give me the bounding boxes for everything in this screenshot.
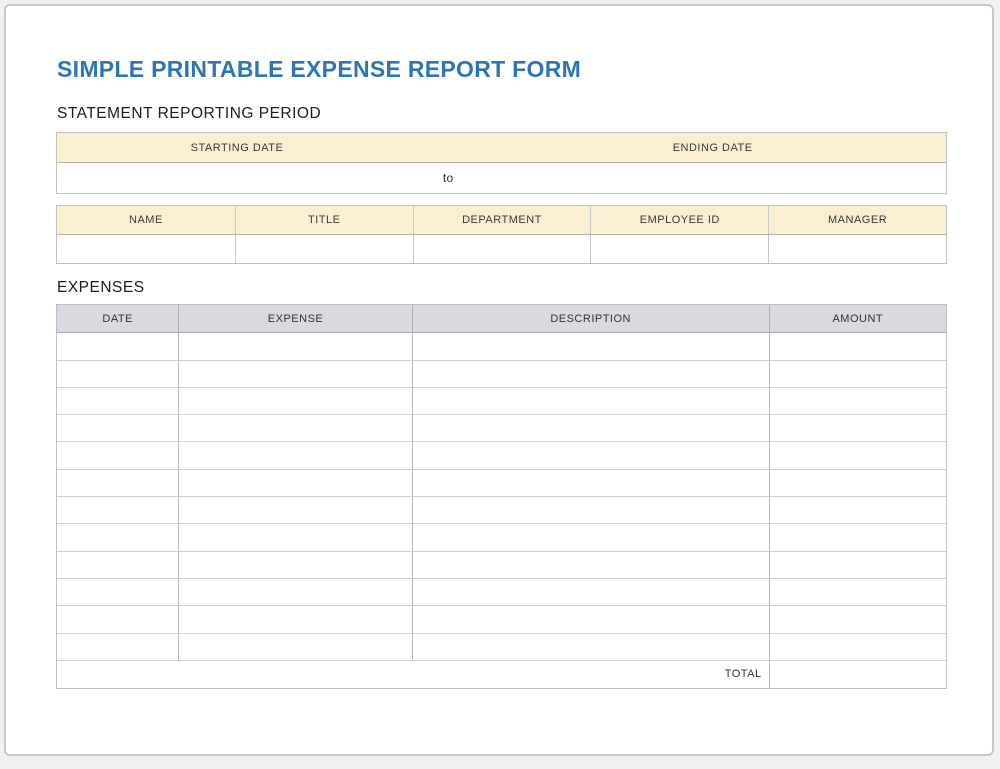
expense-row [57, 497, 946, 524]
expense-row [57, 361, 946, 388]
form-content: SIMPLE PRINTABLE EXPENSE REPORT FORM STA… [56, 6, 947, 689]
expense-amount-cell[interactable] [769, 579, 946, 605]
expense-description-cell[interactable] [412, 442, 769, 468]
expense-name-cell[interactable] [178, 333, 411, 359]
form-title: SIMPLE PRINTABLE EXPENSE REPORT FORM [57, 57, 947, 81]
ending-date-header: ENDING DATE [479, 133, 946, 162]
expense-amount-cell[interactable] [769, 634, 946, 660]
reporting-period-table: STARTING DATE ENDING DATE to [56, 132, 947, 194]
employee-value-row [57, 235, 946, 263]
period-header-spacer [417, 133, 479, 162]
employee-info-table: NAME TITLE DEPARTMENT EMPLOYEE ID MANAGE… [56, 205, 947, 264]
expenses-total-row: TOTAL [57, 661, 946, 688]
expense-description-cell[interactable] [412, 333, 769, 359]
expense-amount-cell[interactable] [769, 415, 946, 441]
expense-amount-cell[interactable] [769, 361, 946, 387]
expense-name-cell[interactable] [178, 634, 411, 660]
starting-date-field[interactable] [57, 163, 417, 193]
expense-description-cell[interactable] [412, 634, 769, 660]
expense-name-cell[interactable] [178, 552, 411, 578]
reporting-period-heading: STATEMENT REPORTING PERIOD [57, 105, 947, 122]
expense-date-cell[interactable] [57, 333, 178, 359]
manager-header: MANAGER [768, 206, 946, 234]
total-amount-field[interactable] [769, 661, 946, 688]
manager-field[interactable] [768, 235, 946, 263]
expense-description-cell[interactable] [412, 415, 769, 441]
expense-header: EXPENSE [178, 305, 411, 332]
page: SIMPLE PRINTABLE EXPENSE REPORT FORM STA… [4, 4, 994, 756]
expense-name-cell[interactable] [178, 388, 411, 414]
expense-row [57, 333, 946, 360]
expenses-table: DATE EXPENSE DESCRIPTION AMOUNT TOTAL [56, 304, 947, 689]
expense-description-cell[interactable] [412, 579, 769, 605]
expense-row [57, 442, 946, 469]
expense-row [57, 415, 946, 442]
expense-amount-cell[interactable] [769, 497, 946, 523]
department-field[interactable] [413, 235, 591, 263]
description-header: DESCRIPTION [412, 305, 769, 332]
ending-date-field[interactable] [479, 163, 946, 193]
expense-name-cell[interactable] [178, 497, 411, 523]
name-header: NAME [57, 206, 235, 234]
expense-name-cell[interactable] [178, 442, 411, 468]
expense-row [57, 552, 946, 579]
starting-date-header: STARTING DATE [57, 133, 417, 162]
to-label: to [417, 163, 479, 193]
expense-name-cell[interactable] [178, 606, 411, 632]
expense-row [57, 606, 946, 633]
expense-amount-cell[interactable] [769, 333, 946, 359]
expense-name-cell[interactable] [178, 524, 411, 550]
date-header: DATE [57, 305, 178, 332]
expense-row [57, 634, 946, 661]
title-header: TITLE [235, 206, 413, 234]
expense-description-cell[interactable] [412, 388, 769, 414]
expenses-heading: EXPENSES [57, 279, 947, 296]
name-field[interactable] [57, 235, 235, 263]
expense-name-cell[interactable] [178, 415, 411, 441]
expense-name-cell[interactable] [178, 470, 411, 496]
expense-description-cell[interactable] [412, 470, 769, 496]
expense-date-cell[interactable] [57, 606, 178, 632]
employee-id-field[interactable] [590, 235, 768, 263]
expense-description-cell[interactable] [412, 606, 769, 632]
employee-id-header: EMPLOYEE ID [590, 206, 768, 234]
expense-date-cell[interactable] [57, 497, 178, 523]
expense-date-cell[interactable] [57, 470, 178, 496]
expense-date-cell[interactable] [57, 415, 178, 441]
expense-date-cell[interactable] [57, 361, 178, 387]
expense-date-cell[interactable] [57, 442, 178, 468]
reporting-period-value-row: to [57, 163, 946, 193]
expense-row [57, 388, 946, 415]
expense-description-cell[interactable] [412, 552, 769, 578]
expense-date-cell[interactable] [57, 388, 178, 414]
title-field[interactable] [235, 235, 413, 263]
expense-description-cell[interactable] [412, 361, 769, 387]
expense-date-cell[interactable] [57, 552, 178, 578]
reporting-period-header-row: STARTING DATE ENDING DATE [57, 133, 946, 163]
expense-amount-cell[interactable] [769, 442, 946, 468]
expense-row [57, 524, 946, 551]
expense-description-cell[interactable] [412, 497, 769, 523]
expense-date-cell[interactable] [57, 579, 178, 605]
expense-date-cell[interactable] [57, 634, 178, 660]
expense-name-cell[interactable] [178, 579, 411, 605]
expense-amount-cell[interactable] [769, 470, 946, 496]
expenses-header-row: DATE EXPENSE DESCRIPTION AMOUNT [57, 305, 946, 333]
department-header: DEPARTMENT [413, 206, 591, 234]
employee-header-row: NAME TITLE DEPARTMENT EMPLOYEE ID MANAGE… [57, 206, 946, 235]
expense-row [57, 470, 946, 497]
expense-amount-cell[interactable] [769, 606, 946, 632]
total-label: TOTAL [57, 661, 769, 688]
expense-description-cell[interactable] [412, 524, 769, 550]
amount-header: AMOUNT [769, 305, 946, 332]
expense-name-cell[interactable] [178, 361, 411, 387]
expense-amount-cell[interactable] [769, 524, 946, 550]
expense-row [57, 579, 946, 606]
expense-amount-cell[interactable] [769, 552, 946, 578]
expense-date-cell[interactable] [57, 524, 178, 550]
expense-rows [57, 333, 946, 661]
expense-amount-cell[interactable] [769, 388, 946, 414]
